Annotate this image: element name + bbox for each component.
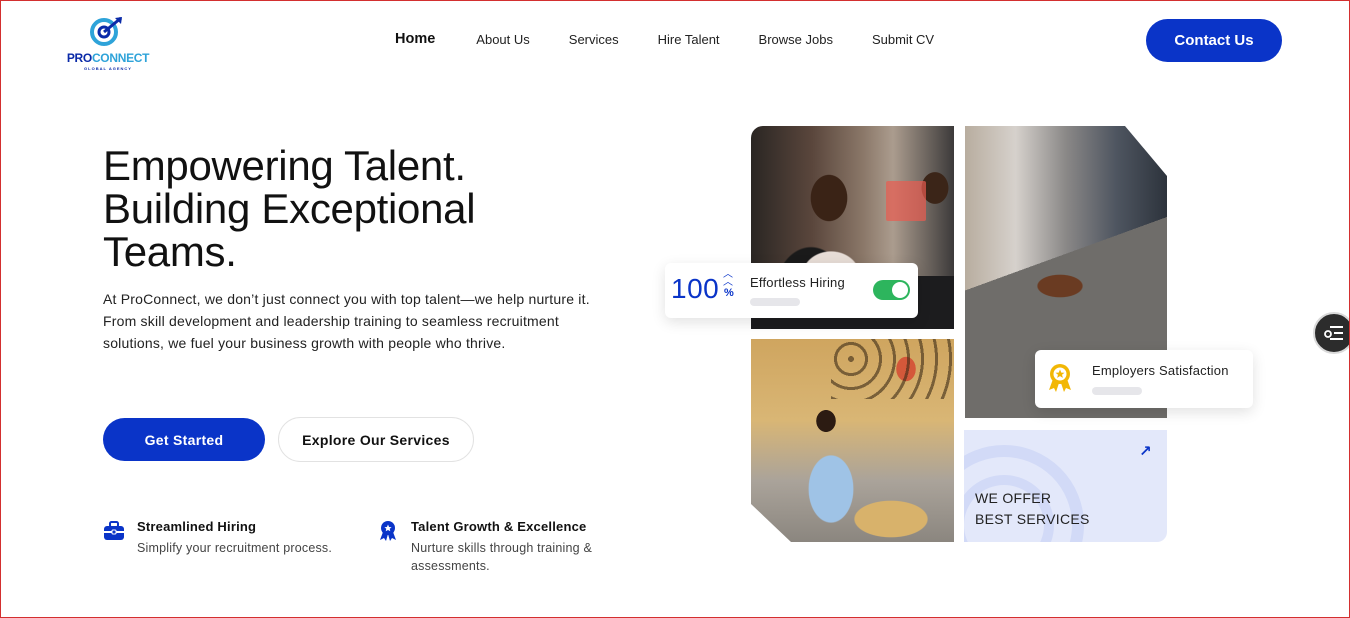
brand-logo[interactable]: PROCONNECT GLOBAL AGENCY [66, 16, 150, 72]
nav-browse-jobs[interactable]: Browse Jobs [759, 32, 833, 47]
hiring-toggle[interactable] [873, 280, 910, 300]
nav-submit-cv[interactable]: Submit CV [872, 32, 934, 47]
medal-icon [1049, 364, 1071, 392]
logo-word-pro: PRO [66, 51, 92, 65]
nav-services[interactable]: Services [569, 32, 619, 47]
get-started-button[interactable]: Get Started [103, 418, 265, 461]
offer-services-card[interactable]: ↗ WE OFFER BEST SERVICES [964, 430, 1167, 542]
photo-window-detail [886, 181, 926, 221]
stat-label: Effortless Hiring [750, 275, 845, 290]
logo-word-connect: CONNECT [91, 51, 150, 65]
stat-value: 100 [671, 273, 720, 304]
nav-about-us[interactable]: About Us [476, 32, 529, 47]
nav-home[interactable]: Home [395, 31, 435, 47]
placeholder-bar [750, 298, 800, 306]
employers-satisfaction-card: Employers Satisfaction [1035, 350, 1253, 408]
feature-description: Simplify your recruitment process. [137, 541, 333, 555]
logo-target-icon [90, 16, 122, 46]
explore-services-button[interactable]: Explore Our Services [278, 417, 474, 462]
offer-line-2: BEST SERVICES [975, 511, 1090, 527]
effortless-hiring-card: 100 ︿ ︿ % Effortless Hiring [665, 263, 918, 318]
offer-line-1: WE OFFER [975, 490, 1052, 506]
satisfaction-label: Employers Satisfaction [1092, 363, 1229, 378]
feature-title: Talent Growth & Excellence [411, 519, 587, 534]
logo-tagline: GLOBAL AGENCY [84, 66, 132, 71]
side-settings-widget[interactable] [1313, 312, 1350, 354]
placeholder-bar [1092, 387, 1142, 395]
toggle-knob [892, 282, 908, 298]
hero-description: At ProConnect, we don’t just connect you… [103, 291, 590, 351]
feature-description: Nurture skills through training & assess… [411, 541, 592, 573]
briefcase-icon [104, 521, 124, 540]
nav-hire-talent[interactable]: Hire Talent [658, 32, 720, 47]
logo-wordmark: PROCONNECT [66, 51, 150, 65]
hero-title-line-3: Teams. [103, 228, 237, 275]
stat-unit: % [724, 287, 734, 299]
photo-wall-pattern [831, 339, 954, 399]
hero-title-line-2: Building Exceptional [103, 185, 476, 232]
double-chevron-up-icon: ︿ ︿ [723, 269, 733, 288]
hero-title: Empowering Talent. Building Exceptional … [103, 144, 623, 273]
feature-title: Streamlined Hiring [137, 519, 257, 534]
award-ribbon-icon [380, 521, 396, 541]
contact-us-button[interactable]: Contact Us [1146, 19, 1282, 62]
list-settings-icon [1324, 326, 1343, 340]
arrow-up-right-icon[interactable]: ↗ [1139, 442, 1152, 460]
team-collaboration-photo [751, 339, 954, 542]
hero-title-line-1: Empowering Talent. [103, 142, 466, 189]
main-nav: Home About Us Services Hire Talent Brows… [395, 31, 973, 47]
